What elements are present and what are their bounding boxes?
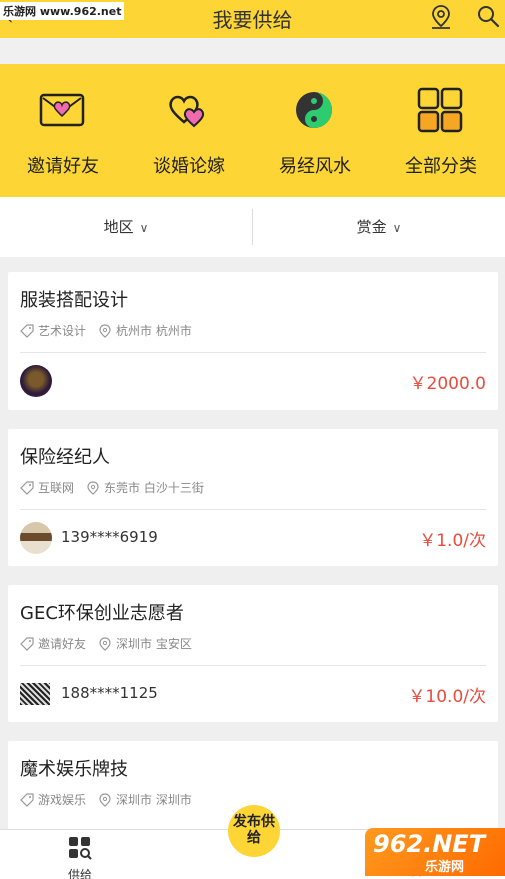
item-location: 东莞市 白沙十三街 [104, 481, 204, 495]
item-title: GEC环保创业志愿者 [20, 603, 184, 624]
category-invite-friends[interactable]: 邀请好友 [0, 64, 126, 197]
avatar[interactable] [20, 683, 50, 705]
list-item[interactable]: GEC环保创业志愿者 邀请好友 深圳市 宝安区 188****1125 ￥10.… [8, 585, 498, 722]
category-marriage[interactable]: 谈婚论嫁 [126, 64, 252, 197]
brand-watermark-small: 乐游网 [425, 860, 465, 875]
item-meta: 游戏娱乐 深圳市 深圳市 [20, 791, 192, 808]
divider [20, 509, 486, 510]
reward-filter-label: 赏金 [356, 218, 387, 236]
item-tag: 邀请好友 [38, 637, 87, 651]
location-icon[interactable] [429, 4, 453, 30]
reward-filter[interactable]: 赏金 ∨ [253, 197, 505, 257]
category-band: 邀请好友 谈婚论嫁 易经风水 全部分类 [0, 64, 505, 197]
grid-icon [417, 87, 463, 133]
tag-icon [20, 636, 34, 651]
item-location: 深圳市 深圳市 [116, 793, 192, 807]
avatar[interactable] [20, 365, 52, 397]
item-tag: 艺术设计 [38, 324, 87, 338]
nav-supply[interactable]: 供给 [55, 834, 105, 879]
filter-bar: 地区 ∨ 赏金 ∨ [0, 197, 505, 257]
location-pin-icon [99, 636, 111, 651]
yin-yang-icon [296, 92, 332, 128]
chevron-down-icon: ∨ [392, 221, 402, 235]
item-tag: 游戏娱乐 [38, 793, 87, 807]
grid-search-icon [69, 837, 92, 860]
nav-supply-label: 供给 [67, 868, 92, 879]
divider [20, 665, 486, 666]
list-item[interactable]: 保险经纪人 互联网 东莞市 白沙十三街 139****6919 ￥1.0/次 [8, 429, 498, 566]
category-label: 全部分类 [405, 156, 477, 177]
spacer [0, 38, 505, 64]
item-title: 保险经纪人 [20, 447, 110, 468]
chevron-down-icon: ∨ [139, 221, 149, 235]
category-label: 邀请好友 [27, 156, 99, 177]
item-meta: 艺术设计 杭州市 杭州市 [20, 322, 192, 339]
item-price: ￥10.0/次 [408, 687, 486, 707]
item-phone: 139****6919 [61, 528, 158, 546]
list-item[interactable]: 服装搭配设计 艺术设计 杭州市 杭州市 ￥2000.0 [8, 272, 498, 410]
category-label: 谈婚论嫁 [153, 156, 225, 177]
site-watermark: 乐游网 www.962.net [0, 2, 125, 20]
brand-watermark: 962.NET 乐游网 [365, 828, 505, 876]
location-pin-icon [87, 480, 99, 495]
item-meta: 邀请好友 深圳市 宝安区 [20, 635, 192, 652]
item-tag: 互联网 [38, 481, 75, 495]
envelope-heart-icon [39, 93, 85, 127]
hearts-icon [169, 95, 205, 128]
item-location: 深圳市 宝安区 [116, 637, 192, 651]
brand-watermark-big: 962.NET [373, 830, 486, 858]
search-icon[interactable] [476, 4, 500, 28]
item-meta: 互联网 东莞市 白沙十三街 [20, 479, 204, 496]
category-label: 易经风水 [279, 156, 351, 177]
tag-icon [20, 323, 34, 338]
region-filter-label: 地区 [103, 218, 134, 236]
category-all[interactable]: 全部分类 [378, 64, 504, 197]
tag-icon [20, 480, 34, 495]
publish-button[interactable]: 发布供给 [228, 805, 280, 857]
divider [20, 352, 486, 353]
item-title: 魔术娱乐牌技 [20, 759, 128, 780]
item-title: 服装搭配设计 [20, 290, 128, 311]
item-phone: 188****1125 [61, 684, 158, 702]
location-pin-icon [99, 792, 111, 807]
item-price: ￥2000.0 [409, 374, 486, 394]
region-filter[interactable]: 地区 ∨ [0, 197, 252, 257]
location-pin-icon [99, 323, 111, 338]
item-price: ￥1.0/次 [419, 531, 486, 551]
avatar[interactable] [20, 522, 52, 554]
category-fengshui[interactable]: 易经风水 [252, 64, 378, 197]
item-location: 杭州市 杭州市 [116, 324, 192, 338]
tag-icon [20, 792, 34, 807]
